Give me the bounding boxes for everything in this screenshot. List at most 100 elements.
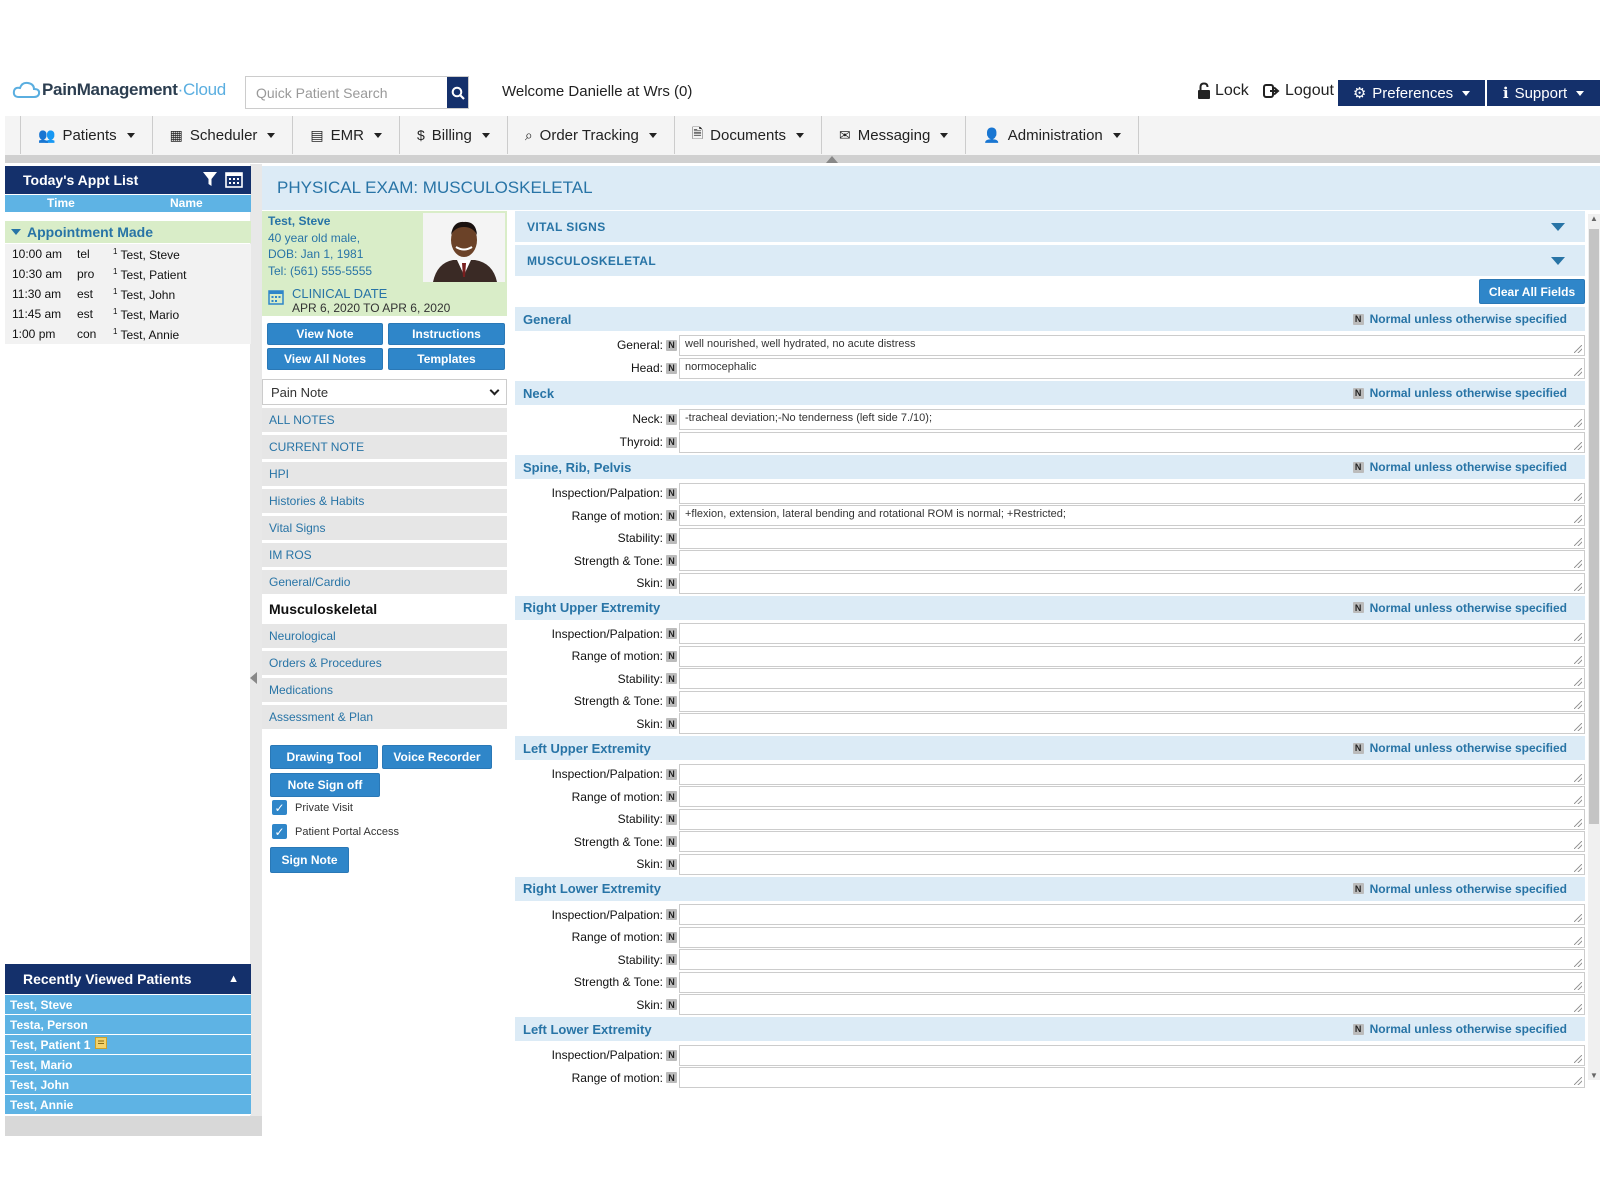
nav-emr[interactable]: ▤ EMR <box>293 116 400 154</box>
field-input[interactable] <box>679 808 1585 830</box>
field-input[interactable]: -tracheal deviation;-No tenderness (left… <box>679 408 1585 430</box>
normal-unless-specified[interactable]: N Normal unless otherwise specified <box>1352 460 1567 474</box>
normal-n-button[interactable]: N <box>666 532 677 544</box>
normal-n-button[interactable]: N <box>666 695 677 707</box>
appt-row[interactable]: 11:30 am est 1 Test, John <box>5 284 251 304</box>
normal-n-button[interactable]: N <box>666 718 677 729</box>
field-input[interactable] <box>679 1067 1585 1088</box>
recent-patient-item[interactable]: Test, Mario <box>5 1055 251 1075</box>
normal-unless-specified[interactable]: N Normal unless otherwise specified <box>1352 601 1567 615</box>
nav-documents[interactable]: 🗎 Documents <box>675 116 823 154</box>
field-input[interactable] <box>679 668 1585 689</box>
collapse-panel-icon[interactable] <box>250 672 257 684</box>
field-input[interactable] <box>679 926 1585 948</box>
normal-n-button[interactable]: N <box>666 909 677 920</box>
note-type-select[interactable]: Pain Note <box>262 379 507 405</box>
clear-all-fields-button[interactable]: Clear All Fields <box>1479 279 1585 304</box>
field-input[interactable] <box>679 853 1585 875</box>
field-input[interactable] <box>679 623 1585 644</box>
nav-billing[interactable]: $ Billing <box>400 116 508 154</box>
normal-n-button[interactable]: N <box>666 791 677 802</box>
normal-n-button[interactable]: N <box>666 999 677 1010</box>
normal-n-button[interactable]: N <box>666 976 677 988</box>
field-input[interactable] <box>679 572 1585 594</box>
col-name[interactable]: Name <box>170 196 203 210</box>
field-input[interactable] <box>679 971 1585 993</box>
filter-icon[interactable] <box>202 171 218 191</box>
field-input[interactable] <box>679 550 1585 571</box>
normal-n-button[interactable]: N <box>666 628 677 639</box>
field-input[interactable] <box>679 904 1585 925</box>
recent-patient-item[interactable]: Test, Steve <box>5 995 251 1015</box>
field-input[interactable] <box>679 786 1585 807</box>
nav-administration[interactable]: 👤 Administration <box>966 116 1139 154</box>
recent-patient-item[interactable]: Test, Patient 1 <box>5 1035 251 1055</box>
note-nav-current-note[interactable]: CURRENT NOTE <box>262 435 507 459</box>
field-input[interactable] <box>679 949 1585 970</box>
normal-n-button[interactable]: N <box>666 1049 677 1061</box>
field-input[interactable] <box>679 645 1585 667</box>
col-time[interactable]: Time <box>47 196 75 210</box>
field-input[interactable] <box>679 431 1585 453</box>
support-button[interactable]: ℹ Support <box>1487 80 1600 106</box>
app-logo[interactable]: PainManagement · Cloud <box>12 80 226 100</box>
nav-patients[interactable]: 👥 Patients <box>20 116 153 154</box>
normal-unless-specified[interactable]: N Normal unless otherwise specified <box>1352 1022 1567 1036</box>
note-nav-musculoskeletal[interactable]: Musculoskeletal <box>262 597 507 621</box>
note-nav-orders-procedures[interactable]: Orders & Procedures <box>262 651 507 675</box>
note-nav-assessment-plan[interactable]: Assessment & Plan <box>262 705 507 729</box>
note-nav-medications[interactable]: Medications <box>262 678 507 702</box>
field-input[interactable]: +flexion, extension, lateral bending and… <box>679 505 1585 526</box>
view-note-button[interactable]: View Note <box>267 323 383 345</box>
templates-button[interactable]: Templates <box>388 348 505 370</box>
preferences-button[interactable]: ⚙ Preferences <box>1338 80 1485 106</box>
field-input[interactable] <box>679 763 1585 785</box>
note-sign-off-button[interactable]: Note Sign off <box>270 773 380 797</box>
patient-portal-checkbox[interactable]: ✓ Patient Portal Access <box>272 824 399 839</box>
field-input[interactable] <box>679 1044 1585 1066</box>
search-input[interactable] <box>246 77 447 108</box>
appt-row[interactable]: 1:00 pm con 1 Test, Annie <box>5 324 251 344</box>
vital-signs-accordion[interactable]: VITAL SIGNS <box>515 211 1585 242</box>
recent-patient-item[interactable]: Test, Annie <box>5 1095 251 1115</box>
normal-n-button[interactable]: N <box>666 362 677 374</box>
field-input[interactable] <box>679 690 1585 712</box>
normal-n-button[interactable]: N <box>666 510 677 521</box>
nav-scheduler[interactable]: ▦ Scheduler <box>153 116 294 154</box>
normal-n-button[interactable]: N <box>666 954 677 965</box>
field-input[interactable]: normocephalic <box>679 357 1585 379</box>
note-nav-neurological[interactable]: Neurological <box>262 624 507 648</box>
scrollbar-thumb[interactable] <box>1589 229 1599 824</box>
sign-note-button[interactable]: Sign Note <box>270 847 349 873</box>
note-nav-histories-habits[interactable]: Histories & Habits <box>262 489 507 513</box>
appt-group-header[interactable]: Appointment Made <box>5 221 251 243</box>
note-nav-all-notes[interactable]: ALL NOTES <box>262 408 507 432</box>
field-input[interactable] <box>679 482 1585 504</box>
normal-n-button[interactable]: N <box>666 339 677 351</box>
field-input[interactable]: well nourished, well hydrated, no acute … <box>679 334 1585 356</box>
recent-patients-header[interactable]: Recently Viewed Patients ▲ <box>5 964 251 994</box>
normal-unless-specified[interactable]: N Normal unless otherwise specified <box>1352 741 1567 755</box>
instructions-button[interactable]: Instructions <box>388 323 505 345</box>
normal-n-button[interactable]: N <box>666 836 677 847</box>
field-input[interactable] <box>679 994 1585 1015</box>
normal-n-button[interactable]: N <box>666 858 677 870</box>
normal-unless-specified[interactable]: N Normal unless otherwise specified <box>1352 312 1567 326</box>
nav-messaging[interactable]: ✉ Messaging <box>822 116 967 154</box>
normal-n-button[interactable]: N <box>666 1072 677 1083</box>
normal-n-button[interactable]: N <box>666 577 677 589</box>
nav-order-tracking[interactable]: ⌕ Order Tracking <box>508 116 675 154</box>
recent-patient-item[interactable]: Testa, Person <box>5 1015 251 1035</box>
normal-unless-specified[interactable]: N Normal unless otherwise specified <box>1352 386 1567 400</box>
note-nav-general-cardio[interactable]: General/Cardio <box>262 570 507 594</box>
lock-link[interactable]: Lock <box>1197 82 1249 100</box>
musculoskeletal-accordion[interactable]: MUSCULOSKELETAL <box>515 245 1585 276</box>
appt-row[interactable]: 10:00 am tel 1 Test, Steve <box>5 244 251 264</box>
recent-patient-item[interactable]: Test, John <box>5 1075 251 1095</box>
normal-n-button[interactable]: N <box>666 813 677 825</box>
field-input[interactable] <box>679 713 1585 734</box>
normal-n-button[interactable]: N <box>666 650 677 662</box>
field-input[interactable] <box>679 831 1585 852</box>
view-all-notes-button[interactable]: View All Notes <box>267 348 383 370</box>
normal-n-button[interactable]: N <box>666 768 677 780</box>
